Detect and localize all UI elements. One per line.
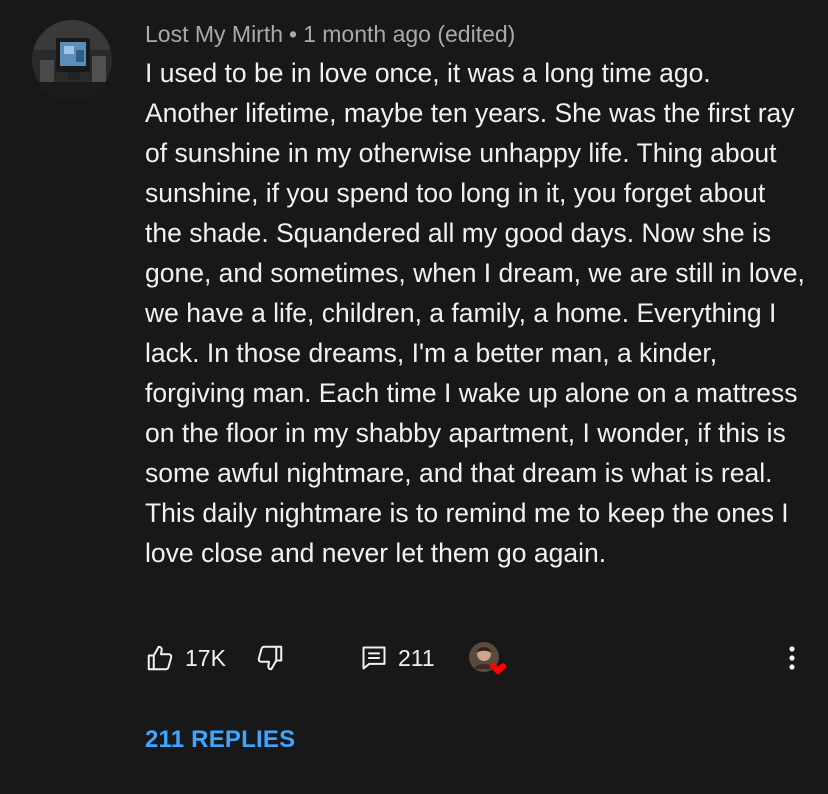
like-count: 17K xyxy=(185,644,226,671)
edited-label: (edited) xyxy=(437,21,516,47)
author-avatar[interactable] xyxy=(32,20,112,100)
dislike-button[interactable] xyxy=(255,638,285,678)
author-name[interactable]: Lost My Mirth xyxy=(145,21,283,47)
reply-button[interactable]: 211 xyxy=(360,638,435,678)
separator-dot: • xyxy=(289,21,298,47)
creator-heart-badge[interactable] xyxy=(468,641,510,681)
comment-header: Lost My Mirth • 1 month ago (edited) xyxy=(145,20,515,48)
comment-icon xyxy=(362,646,386,670)
more-options-button[interactable] xyxy=(777,638,807,678)
like-button[interactable]: 17K xyxy=(145,638,226,678)
view-replies-link[interactable]: 211 REPLIES xyxy=(145,726,295,754)
comment-timestamp[interactable]: 1 month ago xyxy=(303,21,431,47)
reply-count: 211 xyxy=(398,644,435,671)
comment-text: I used to be in love once, it was a long… xyxy=(145,58,805,568)
more-vertical-icon xyxy=(789,646,795,670)
creator-heart-icon xyxy=(469,642,507,675)
thumbs-up-icon xyxy=(147,645,173,671)
thumbs-down-icon xyxy=(257,645,283,671)
comment-action-bar: 17K 211 xyxy=(145,638,815,678)
avatar-image xyxy=(32,20,112,100)
